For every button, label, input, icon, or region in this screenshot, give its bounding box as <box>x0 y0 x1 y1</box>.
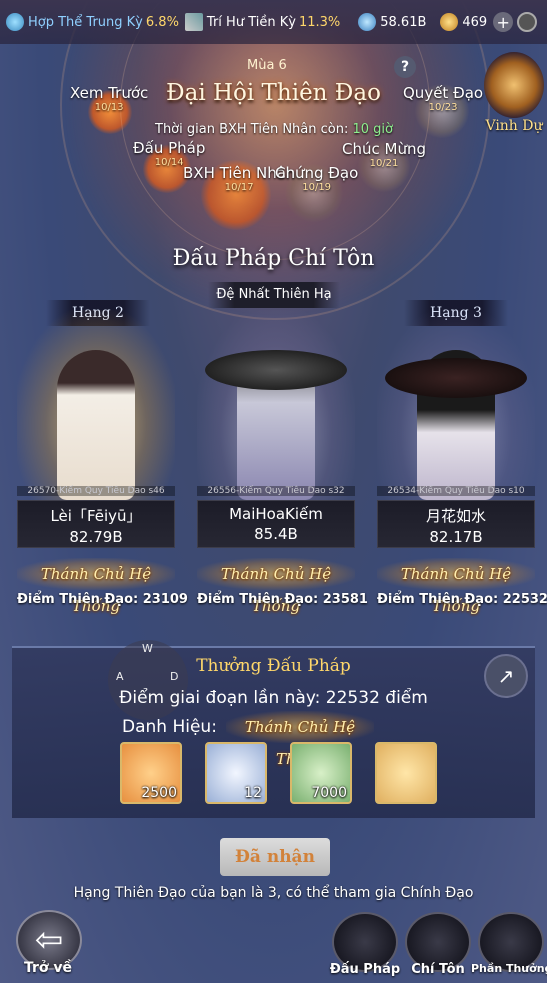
clock-button[interactable] <box>517 12 541 32</box>
player-name: Lèi「Fēiyū」 <box>50 507 142 525</box>
player-title-badge: Thánh Chủ Hệ Thống <box>17 558 175 615</box>
server-tag: 26534-Kiếm Quy Tiêu Dao s10 <box>377 486 535 496</box>
player-namebox: Lèi「Fēiyū」 82.79B <box>17 500 175 548</box>
ranking-title: Đấu Pháp Chí Tôn <box>172 246 375 271</box>
reward-item[interactable]: 12 <box>205 742 267 804</box>
character-hat <box>205 350 347 390</box>
node-label: Chúc Mừng <box>342 140 426 158</box>
player-title-badge: Thánh Chủ Hệ Thống <box>197 558 355 615</box>
player-card-rank-1[interactable]: 26556-Kiếm Quy Tiêu Dao s32 MaiHoaKiếm 8… <box>197 310 368 615</box>
tab-combat-label: Đấu Pháp <box>329 962 401 977</box>
node-date: 10/13 <box>94 102 124 113</box>
sword-icon <box>184 13 203 31</box>
reward-items: 2500 12 7000 <box>120 742 437 804</box>
timeline-node-celebrate[interactable]: Chúc Mừng 10/21 <box>342 140 426 192</box>
server-tag: 26556-Kiếm Quy Tiêu Dao s32 <box>197 486 355 496</box>
timer-label: Thời gian BXH Tiên Nhân còn: <box>155 122 349 137</box>
player-name: 月花如水 <box>425 507 486 525</box>
timeline-node-preview[interactable]: Xem Trước 10/13 <box>70 84 149 134</box>
character-hat <box>385 358 527 398</box>
top-status-bar: Hợp Thể Trung Kỳ 6.8% Trí Hư Tiền Kỳ 11.… <box>0 0 547 44</box>
player-portrait: 26534-Kiếm Quy Tiêu Dao s10 <box>377 310 535 500</box>
player-portrait: 26570-Kiếm Quy Tiêu Dao s46 <box>17 310 175 500</box>
player-power: 82.17B <box>429 528 483 546</box>
droplet-icon <box>358 13 377 31</box>
item-count: 12 <box>244 785 262 801</box>
player-namebox: 月花如水 82.17B <box>377 500 535 548</box>
tab-rewards-label: Phần Thưởng <box>471 962 547 975</box>
player-score: Điểm Thiên Đạo: 23581 <box>197 592 368 607</box>
back-arrow-icon: ⇦ <box>34 920 64 960</box>
currency-spirit[interactable]: 58.61B <box>358 13 426 31</box>
item-count: 7000 <box>311 785 347 801</box>
season-label: Mùa 6 <box>247 58 287 73</box>
node-date: 10/21 <box>369 158 399 169</box>
player-power: 85.4B <box>254 525 298 543</box>
realm-percent: 6.8% <box>145 14 179 30</box>
reward-item[interactable]: 7000 <box>290 742 352 804</box>
first-place-ribbon: Đệ Nhất Thiên Hạ <box>208 282 340 308</box>
share-icon: ↗ <box>497 664 515 688</box>
server-tag: 26570-Kiếm Quy Tiêu Dao s46 <box>17 486 175 496</box>
timeline-node-decide[interactable]: Quyết Đạo 10/23 <box>403 84 484 138</box>
honor-button[interactable] <box>484 52 544 118</box>
title-reward-label: Danh Hiệu: <box>122 717 217 737</box>
node-label: Quyết Đạo <box>403 84 484 102</box>
received-button[interactable]: Đã nhận <box>220 838 330 876</box>
honor-label: Vinh Dự <box>485 118 543 134</box>
wing-icon <box>6 13 24 31</box>
skill-label: Trí Hư Tiền Kỳ <box>206 14 296 30</box>
player-name: MaiHoaKiếm <box>229 505 323 523</box>
character-figure <box>57 350 135 500</box>
player-score: Điểm Thiên Đạo: 22532 <box>377 592 547 607</box>
realm-label: Hợp Thể Trung Kỳ <box>28 14 143 30</box>
node-date: 10/23 <box>428 102 458 113</box>
title-reward-badge: Thánh Chủ Hệ Thống <box>226 711 374 768</box>
player-power: 82.79B <box>69 528 123 546</box>
node-label: Đấu Pháp <box>133 139 206 157</box>
stage-points: Điểm giai đoạn lần này: 22532 điểm <box>119 688 428 708</box>
currency-spirit-value: 58.61B <box>380 14 427 30</box>
reward-title: Thưởng Đấu Pháp <box>196 656 351 676</box>
player-namebox: MaiHoaKiếm 85.4B <box>197 500 355 548</box>
reward-item[interactable]: 2500 <box>120 742 182 804</box>
clock-icon <box>517 12 537 32</box>
player-score: Điểm Thiên Đạo: 23109 <box>17 592 188 607</box>
player-card-rank-3[interactable]: 26534-Kiếm Quy Tiêu Dao s10 月花如水 82.17B … <box>377 310 547 615</box>
reward-item[interactable] <box>375 742 437 804</box>
gold-coin-icon <box>440 13 459 31</box>
node-label: Xem Trước <box>70 84 149 102</box>
realm-status[interactable]: Hợp Thể Trung Kỳ 6.8% <box>6 13 179 31</box>
tab-supreme-label: Chí Tôn <box>411 962 465 977</box>
virtual-joystick[interactable]: W A D <box>108 640 188 720</box>
currency-gold-value: 469 <box>462 14 488 30</box>
skill-percent: 11.3% <box>298 14 341 30</box>
item-count: 2500 <box>141 785 177 801</box>
skill-status[interactable]: Trí Hư Tiền Kỳ 11.3% <box>184 13 341 31</box>
back-label: Trở về <box>24 960 73 976</box>
ranking-timer: Thời gian BXH Tiên Nhân còn: 10 giờ <box>155 122 393 137</box>
joystick-w: W <box>142 642 153 655</box>
currency-gold[interactable]: 469 + <box>440 12 514 32</box>
player-portrait: 26556-Kiếm Quy Tiêu Dao s32 <box>197 310 355 500</box>
player-title-badge: Thánh Chủ Hệ Thống <box>377 558 535 615</box>
add-currency-button[interactable]: + <box>493 12 514 32</box>
player-card-rank-2[interactable]: 26570-Kiếm Quy Tiêu Dao s46 Lèi「Fēiyū」 8… <box>17 310 188 615</box>
help-button[interactable]: ? <box>394 56 416 78</box>
node-date: 10/19 <box>302 182 332 193</box>
timer-value: 10 giờ <box>352 122 394 137</box>
rank-info: Hạng Thiên Đạo của bạn là 3, có thể tham… <box>73 885 474 901</box>
